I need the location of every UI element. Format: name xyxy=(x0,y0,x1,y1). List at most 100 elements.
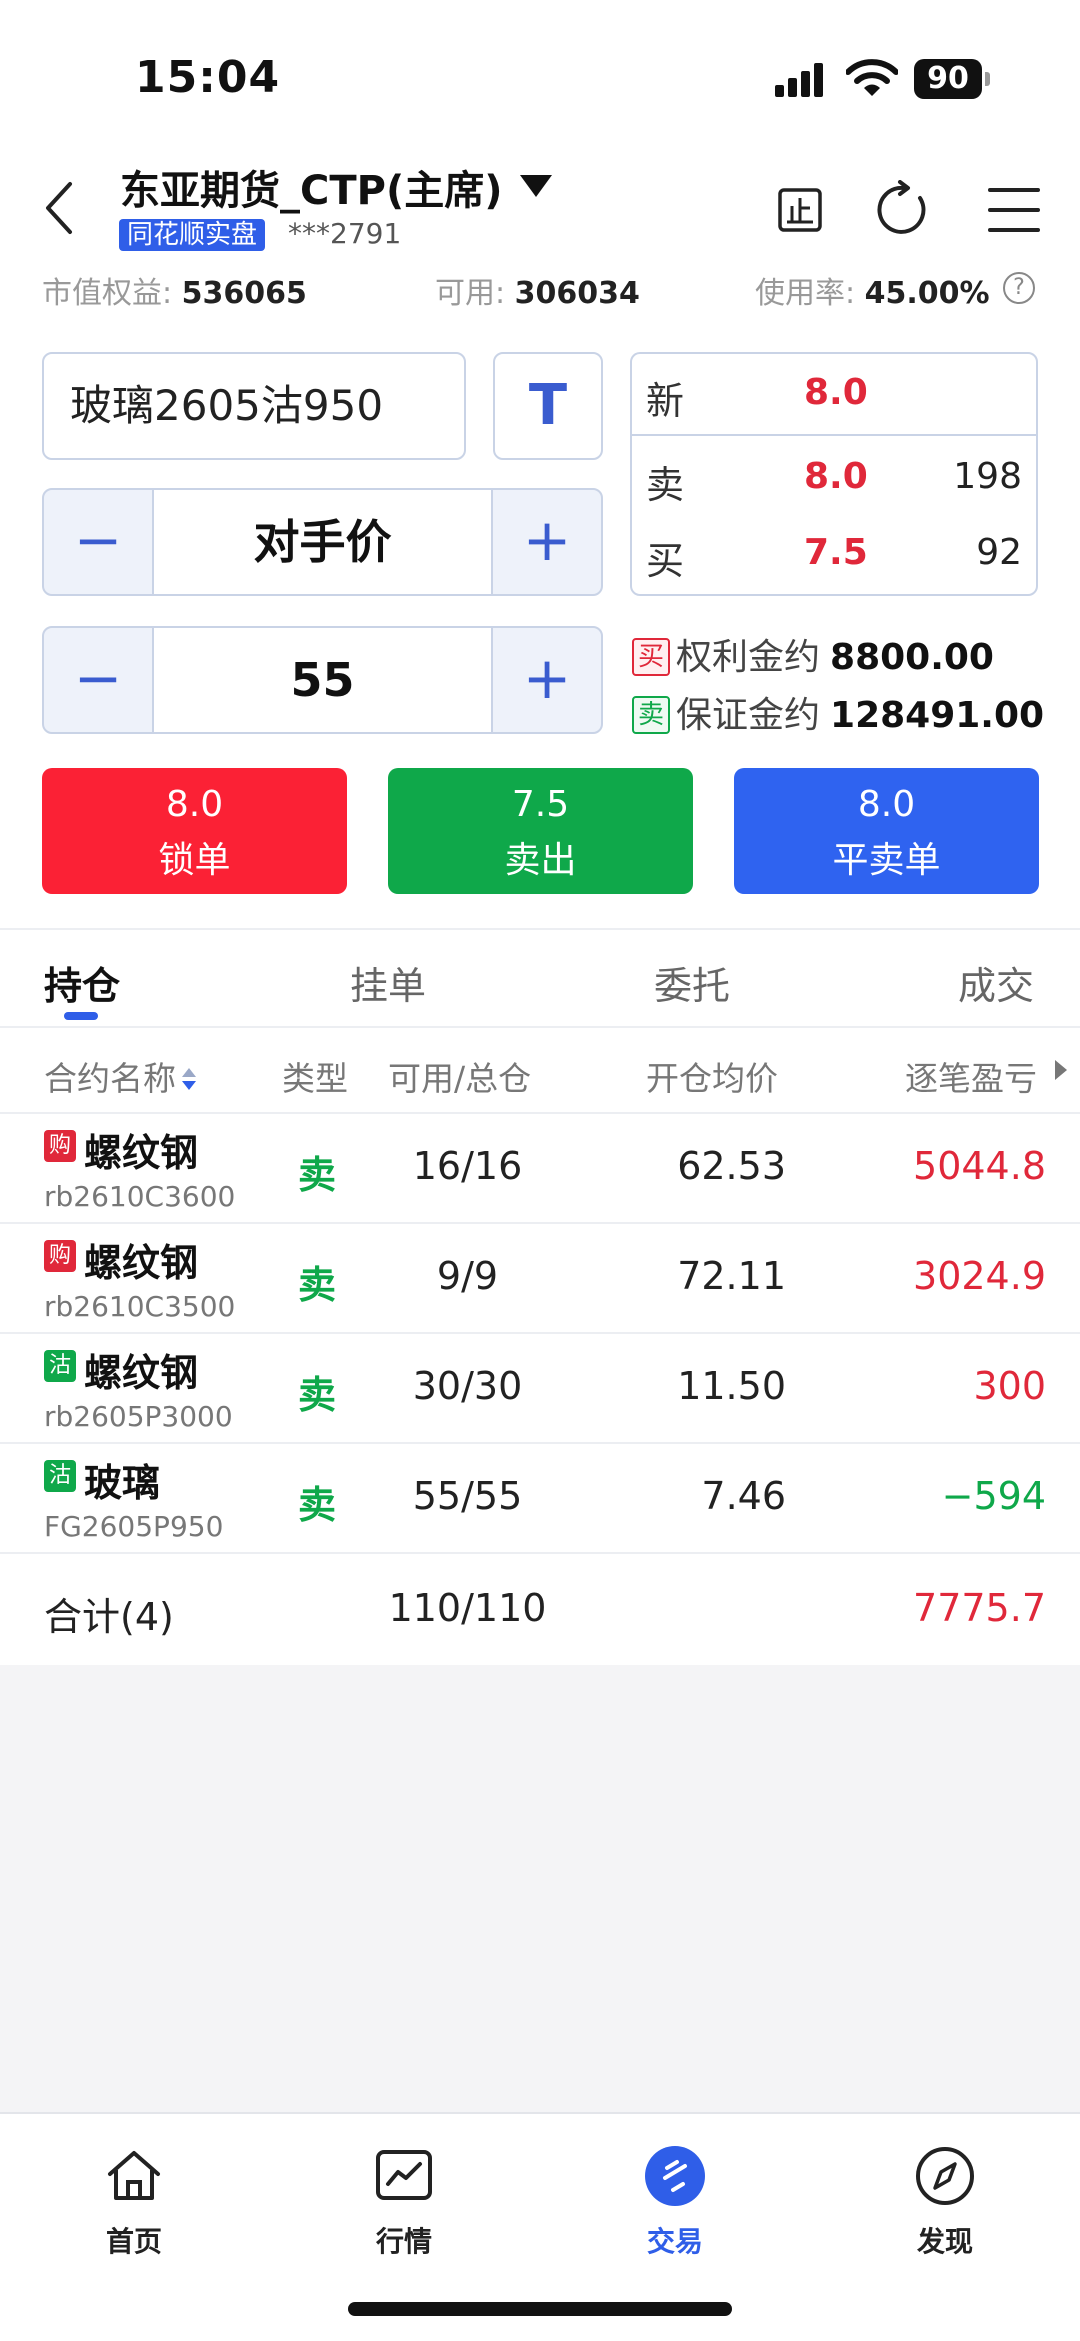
caret-down-icon[interactable] xyxy=(520,175,552,197)
price-minus-button[interactable]: − xyxy=(44,490,152,594)
account-type-badge: 同花顺实盘 xyxy=(119,219,266,251)
table-row[interactable]: 沽 螺纹钢 rb2605P3000 卖 30/30 11.50 300 xyxy=(0,1334,1080,1444)
close-short-label: 平卖单 xyxy=(832,840,941,881)
nav-market-label: 行情 xyxy=(375,2225,432,2258)
price-plus-button[interactable]: + xyxy=(493,490,601,594)
position-qty: 9/9 xyxy=(436,1254,499,1298)
quantity-plus-button[interactable]: + xyxy=(493,628,601,732)
available-label: 可用: xyxy=(435,276,506,311)
back-arrow-icon[interactable] xyxy=(40,178,80,238)
active-tab-indicator xyxy=(64,1012,98,1020)
usage-metric: 使用率: 45.00% xyxy=(755,268,990,312)
tab-positions[interactable]: 持仓 xyxy=(44,955,120,1010)
refresh-icon[interactable] xyxy=(874,180,934,240)
ask-volume: 198 xyxy=(953,456,1022,497)
chart-icon xyxy=(376,2150,432,2200)
sell-tag: 卖 xyxy=(632,696,670,734)
equity-value: 536065 xyxy=(181,276,307,311)
header-type: 类型 xyxy=(282,1059,348,1098)
premium-label: 权利金约 xyxy=(676,637,821,678)
contract-input[interactable]: 玻璃2605沽950 xyxy=(42,352,466,460)
avg-price: 11.50 xyxy=(677,1364,786,1408)
quantity-field[interactable]: 55 xyxy=(152,628,493,732)
header-contract-label: 合约名称 xyxy=(44,1059,176,1098)
ask-label: 卖 xyxy=(646,463,685,507)
header-avg-price: 开仓均价 xyxy=(646,1059,778,1098)
position-type: 卖 xyxy=(298,1483,337,1527)
contract-code: FG2605P950 xyxy=(44,1510,224,1543)
avg-price: 72.11 xyxy=(677,1254,786,1298)
margin-value: 128491.00 xyxy=(830,695,1045,736)
contract-code: rb2610C3500 xyxy=(44,1290,236,1323)
ask-price[interactable]: 8.0 xyxy=(804,456,868,497)
sell-label: 卖出 xyxy=(504,840,577,881)
home-indicator xyxy=(348,2302,732,2316)
battery-icon: 90 xyxy=(914,59,990,99)
help-icon[interactable]: ? xyxy=(1003,272,1035,304)
sort-icon[interactable] xyxy=(180,1066,198,1092)
menu-icon[interactable] xyxy=(984,180,1044,240)
tab-orders[interactable]: 委托 xyxy=(654,955,730,1010)
nav-trade-label: 交易 xyxy=(646,2225,703,2258)
available-value: 306034 xyxy=(514,276,640,311)
position-type: 卖 xyxy=(298,1373,337,1417)
margin-info: 卖保证金约 128491.00 xyxy=(632,686,1044,738)
contract-name: 螺纹钢 xyxy=(84,1131,199,1175)
bid-label: 买 xyxy=(646,539,685,583)
home-icon xyxy=(108,2151,160,2200)
put-flag: 沽 xyxy=(44,1350,76,1382)
table-row[interactable]: 沽 玻璃 FG2605P950 卖 55/55 7.46 −594 xyxy=(0,1444,1080,1554)
bid-price[interactable]: 7.5 xyxy=(804,532,868,573)
pnl-value: 300 xyxy=(973,1364,1046,1408)
tab-trades[interactable]: 成交 xyxy=(958,955,1034,1010)
available-metric: 可用: 306034 xyxy=(435,268,640,312)
sell-price: 7.5 xyxy=(511,784,570,825)
position-qty: 55/55 xyxy=(412,1474,523,1518)
nav-trade[interactable]: 交易 xyxy=(595,2134,755,2260)
lock-order-button[interactable]: 8.0 锁单 xyxy=(42,768,347,894)
contract-name: 螺纹钢 xyxy=(84,1351,199,1395)
position-type: 卖 xyxy=(298,1263,337,1307)
nav-discover[interactable]: 发现 xyxy=(865,2134,1025,2260)
pnl-value: 5044.8 xyxy=(913,1144,1046,1188)
scroll-right-icon[interactable] xyxy=(1055,1060,1067,1080)
position-type: 卖 xyxy=(298,1153,337,1197)
contract-code: rb2605P3000 xyxy=(44,1400,233,1433)
header-contract[interactable]: 合约名称 xyxy=(44,1052,198,1100)
avg-price: 7.46 xyxy=(701,1474,786,1518)
nav-home[interactable]: 首页 xyxy=(54,2134,214,2260)
tab-pending[interactable]: 挂单 xyxy=(350,955,426,1010)
premium-value: 8800.00 xyxy=(830,637,994,678)
nav-home-label: 首页 xyxy=(105,2225,162,2258)
header-position: 可用/总仓 xyxy=(388,1059,532,1098)
total-pnl: 7775.7 xyxy=(913,1586,1046,1630)
account-title[interactable]: 东亚期货_CTP(主席) xyxy=(120,158,503,216)
avg-price: 62.53 xyxy=(677,1144,786,1188)
call-flag: 购 xyxy=(44,1240,76,1272)
table-row[interactable]: 购 螺纹钢 rb2610C3500 卖 9/9 72.11 3024.9 xyxy=(0,1224,1080,1334)
equity-metric: 市值权益: 536065 xyxy=(42,268,307,312)
sell-button[interactable]: 7.5 卖出 xyxy=(388,768,693,894)
last-price[interactable]: 8.0 xyxy=(804,372,868,413)
pnl-value: 3024.9 xyxy=(913,1254,1046,1298)
nav-market[interactable]: 行情 xyxy=(324,2134,484,2260)
t-mode-button[interactable]: T xyxy=(493,352,603,460)
call-flag: 购 xyxy=(44,1130,76,1162)
premium-info: 买权利金约 8800.00 xyxy=(632,628,994,680)
stop-loss-icon[interactable] xyxy=(770,180,830,240)
quantity-minus-button[interactable]: − xyxy=(44,628,152,732)
total-label: 合计(4) xyxy=(44,1595,174,1639)
account-number: ***2791 xyxy=(288,217,402,250)
total-position: 110/110 xyxy=(388,1586,547,1630)
table-row[interactable]: 购 螺纹钢 rb2610C3600 卖 16/16 62.53 5044.8 xyxy=(0,1114,1080,1224)
lock-order-price: 8.0 xyxy=(165,784,224,825)
usage-value: 45.00% xyxy=(864,276,990,311)
position-qty: 30/30 xyxy=(412,1364,523,1408)
buy-tag: 买 xyxy=(632,638,670,676)
nav-discover-label: 发现 xyxy=(916,2225,973,2258)
total-row: 合计(4) 110/110 7775.7 xyxy=(0,1556,1080,1666)
close-short-button[interactable]: 8.0 平卖单 xyxy=(734,768,1039,894)
price-mode-field[interactable]: 对手价 xyxy=(152,490,493,594)
last-price-label: 新 xyxy=(646,379,685,423)
contract-name: 螺纹钢 xyxy=(84,1241,199,1285)
